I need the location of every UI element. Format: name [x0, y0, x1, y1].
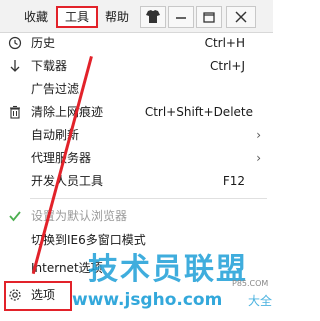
close-button[interactable] [226, 6, 256, 28]
annotation-highlight-box [4, 281, 72, 311]
check-icon [9, 211, 21, 222]
clock-icon [8, 36, 22, 50]
menu-item-ad-filter[interactable]: 广告过滤 [0, 78, 273, 100]
menu-item-dev-tools[interactable]: 开发人员工具 F12 [0, 170, 273, 192]
skin-button[interactable] [140, 6, 166, 28]
menu-item-shortcut: F12 [222, 174, 245, 188]
watermark-suffix: 大全 [248, 294, 273, 308]
minimize-button[interactable] [168, 6, 194, 28]
close-icon [235, 11, 247, 23]
watermark-url: www.jsgho.com [72, 290, 223, 310]
menu-tools[interactable]: 工具 [56, 6, 98, 28]
menu-item-downloader[interactable]: 下载器 Ctrl+J [0, 55, 273, 77]
menu-item-label: 清除上网痕迹 [31, 105, 104, 119]
menu-item-set-default-browser: 设置为默认浏览器 [0, 205, 273, 227]
menu-item-shortcut: Ctrl+H [204, 36, 245, 50]
menu-bar: 收藏 工具 帮助 [0, 0, 273, 33]
chevron-right-icon: › [256, 151, 261, 165]
trash-icon [10, 105, 20, 119]
menu-item-shortcut: Ctrl+J [210, 59, 245, 73]
menu-item-label: 广告过滤 [31, 82, 80, 96]
restore-icon [203, 12, 215, 23]
menu-help[interactable]: 帮助 [100, 6, 134, 28]
menu-item-label: 开发人员工具 [31, 174, 104, 188]
maximize-button[interactable] [196, 6, 222, 28]
menu-item-label: 下载器 [31, 59, 68, 73]
menu-item-label: 历史 [31, 36, 56, 50]
watermark-tag: P85.COM [232, 279, 269, 288]
minimize-icon [176, 17, 186, 19]
menu-item-clear-traces[interactable]: 清除上网痕迹 Ctrl+Shift+Delete [0, 101, 273, 123]
menu-item-auto-refresh[interactable]: 自动刷新 › [0, 124, 273, 146]
menu-item-history[interactable]: 历史 Ctrl+H [0, 32, 273, 54]
watermark-title: 技术员联盟 [88, 252, 248, 287]
shirt-icon [146, 10, 160, 23]
chevron-right-icon: › [256, 128, 261, 142]
download-arrow-icon [10, 60, 20, 72]
menu-separator [30, 198, 267, 199]
menu-favorites[interactable]: 收藏 [18, 6, 54, 28]
menu-item-proxy-server[interactable]: 代理服务器 › [0, 147, 273, 169]
menu-item-shortcut: Ctrl+Shift+Delete [144, 105, 253, 119]
